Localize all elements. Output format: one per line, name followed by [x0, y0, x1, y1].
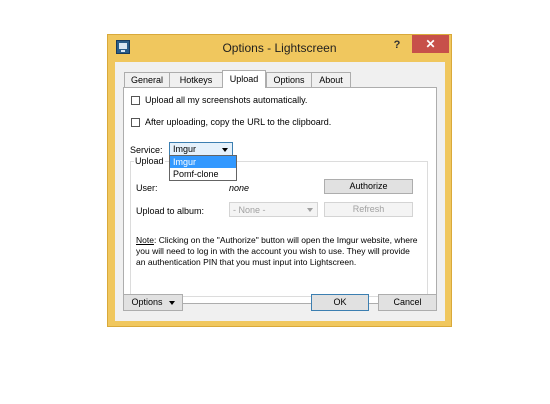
auto-upload-checkbox[interactable] [131, 95, 140, 105]
cancel-button[interactable]: Cancel [378, 294, 437, 311]
tab-hotkeys[interactable]: Hotkeys [169, 72, 223, 87]
chevron-down-icon [307, 208, 313, 212]
title-bar[interactable]: Options - Lightscreen ? ✕ [108, 35, 451, 61]
help-button[interactable]: ? [387, 37, 407, 53]
groupbox-title: Upload [134, 156, 165, 166]
copy-url-label: After uploading, copy the URL to the cli… [145, 117, 332, 127]
copy-url-option[interactable]: After uploading, copy the URL to the cli… [131, 116, 331, 128]
options-dialog: Options - Lightscreen ? ✕ General Hotkey… [107, 34, 452, 327]
tab-about[interactable]: About [311, 72, 351, 87]
options-menu-button[interactable]: Options [123, 294, 183, 311]
authorize-note: Note: Clicking on the "Authorize" button… [136, 235, 421, 268]
authorize-button[interactable]: Authorize [324, 179, 413, 194]
user-label: User: [136, 183, 158, 193]
service-label: Service: [130, 145, 163, 155]
tab-upload[interactable]: Upload [222, 70, 266, 88]
copy-url-checkbox[interactable] [131, 117, 140, 127]
upload-tab-panel: Upload all my screenshots automatically.… [123, 87, 437, 304]
tab-general[interactable]: General [124, 72, 170, 87]
service-select[interactable]: Imgur [169, 142, 233, 156]
album-label: Upload to album: [136, 206, 205, 216]
service-dropdown-list: Imgur Pomf-clone [169, 155, 237, 181]
service-selected-value: Imgur [173, 144, 197, 154]
upload-groupbox: Upload User: none Authorize Upload to al… [130, 156, 428, 297]
refresh-button[interactable]: Refresh [324, 202, 413, 217]
close-icon: ✕ [425, 37, 436, 51]
tab-options[interactable]: Options [266, 72, 312, 87]
note-text: : Clicking on the "Authorize" button wil… [136, 235, 418, 267]
chevron-down-icon [222, 148, 228, 152]
auto-upload-option[interactable]: Upload all my screenshots automatically. [131, 94, 307, 106]
service-option-imgur[interactable]: Imgur [170, 156, 236, 168]
dialog-client-area: General Hotkeys Upload Options About Upl… [115, 62, 445, 321]
note-prefix: Note [136, 235, 154, 245]
options-menu-label: Options [131, 297, 163, 307]
ok-button[interactable]: OK [311, 294, 369, 311]
close-button[interactable]: ✕ [412, 35, 449, 53]
user-value: none [229, 183, 250, 193]
auto-upload-label: Upload all my screenshots automatically. [145, 95, 308, 105]
album-selected-value: - None - [233, 205, 266, 215]
service-option-pomf-clone[interactable]: Pomf-clone [170, 168, 236, 180]
chevron-down-icon [168, 300, 175, 305]
album-select[interactable]: - None - [229, 202, 318, 217]
